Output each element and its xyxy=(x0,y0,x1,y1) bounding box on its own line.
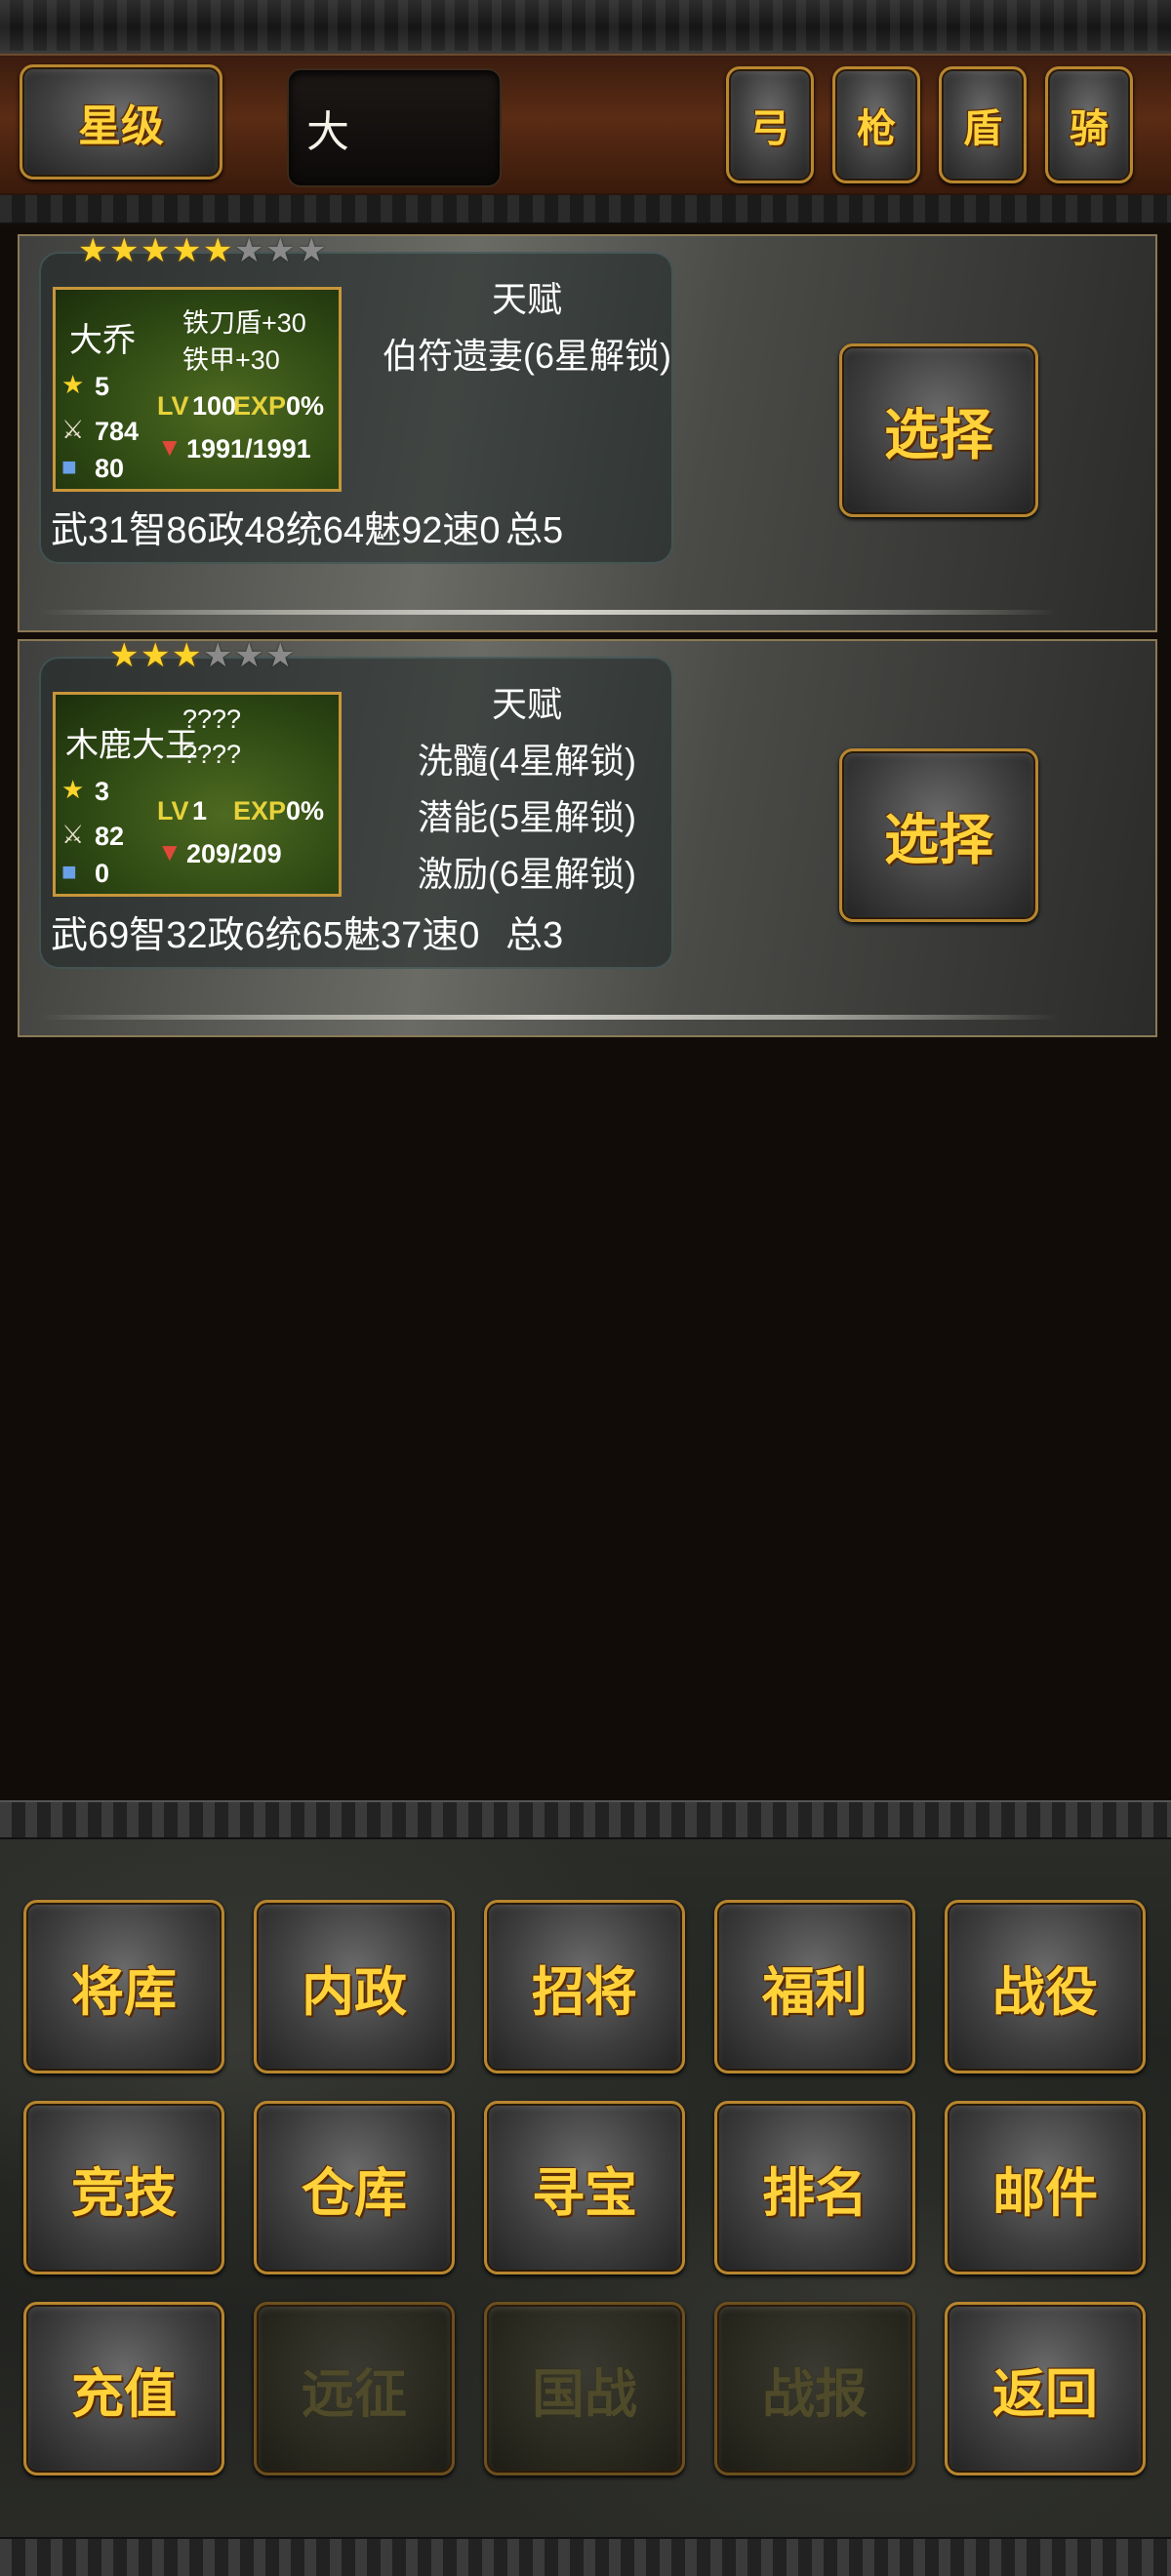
talent-item: 洗髓(4星解锁) xyxy=(418,741,636,781)
hp-value: 209/209 xyxy=(186,839,282,868)
star-level-icon: ★ xyxy=(61,775,85,804)
star-empty-icon: ★ xyxy=(265,231,296,270)
filter-shield-button[interactable]: 盾 xyxy=(939,66,1027,183)
hero-total: 总3 xyxy=(505,915,564,956)
hero-card: ★ ★ ★ ★ ★ ★ 木鹿大王 ???? ???? ★ 3 LV 1 EXP … xyxy=(18,639,1157,1037)
exp-value: 0% xyxy=(286,796,325,825)
nav-battle-report-button[interactable]: 战报 xyxy=(714,2302,915,2475)
nav-internal-affairs-button[interactable]: 内政 xyxy=(254,1900,455,2073)
nav-back-button[interactable]: 返回 xyxy=(945,2302,1146,2475)
armor-icon: ■ xyxy=(61,452,77,481)
talent-item: 伯符遗妻(6星解锁) xyxy=(383,336,671,376)
equipment-weapon: 铁刀盾+30 xyxy=(182,308,306,338)
select-hero-button[interactable]: 选择 xyxy=(839,748,1038,922)
nav-arena-button[interactable]: 竞技 xyxy=(23,2101,224,2274)
exp-value: 0% xyxy=(286,391,325,421)
star-level-icon: ★ xyxy=(61,370,85,399)
star-empty-icon: ★ xyxy=(234,231,264,270)
star-rating: ★ ★ ★ ★ ★ ★ ★ ★ xyxy=(78,231,327,279)
hero-portrait[interactable]: 大乔 铁刀盾+30 铁甲+30 ★ 5 LV 100 EXP 0% ⚔ 784 … xyxy=(53,287,342,492)
star-empty-icon: ★ xyxy=(265,636,296,675)
hero-total: 总5 xyxy=(505,510,564,551)
star-icon: ★ xyxy=(109,231,140,270)
star-rating: ★ ★ ★ ★ ★ ★ xyxy=(109,636,296,684)
hero-card: ★ ★ ★ ★ ★ ★ ★ ★ 大乔 铁刀盾+30 铁甲+30 ★ 5 LV 1… xyxy=(18,234,1157,632)
hero-attributes: 武31智86政48统64魅92速0 xyxy=(51,510,501,551)
level-value: 1 xyxy=(192,796,208,825)
talent-title: 天赋 xyxy=(491,684,562,724)
nav-bottom-border xyxy=(0,2537,1171,2576)
star-icon: ★ xyxy=(141,636,171,675)
talent-item: 潜能(5星解锁) xyxy=(418,797,636,837)
sword-icon: ⚔ xyxy=(61,820,85,849)
star-empty-icon: ★ xyxy=(297,231,327,270)
hero-search-input[interactable]: 大 xyxy=(287,68,502,187)
filter-cavalry-button[interactable]: 骑 xyxy=(1045,66,1133,183)
nav-recruit-button[interactable]: 招将 xyxy=(484,1900,685,2073)
top-decorative-strip xyxy=(0,0,1171,54)
star-empty-icon: ★ xyxy=(234,636,264,675)
hero-name: 木鹿大王 xyxy=(65,727,198,764)
equipment-armor: 铁甲+30 xyxy=(182,345,280,375)
nav-warehouse-button[interactable]: 仓库 xyxy=(254,2101,455,2274)
star-icon: ★ xyxy=(141,231,171,270)
attack-value: 82 xyxy=(95,822,125,851)
star-level-sort-button[interactable]: 星级 xyxy=(20,64,222,180)
level-value: 100 xyxy=(192,391,237,421)
level-label: LV xyxy=(157,796,189,825)
nav-mail-button[interactable]: 邮件 xyxy=(945,2101,1146,2274)
nav-campaign-button[interactable]: 战役 xyxy=(945,1900,1146,2073)
nav-hero-library-button[interactable]: 将库 xyxy=(23,1900,224,2073)
star-empty-icon: ★ xyxy=(203,636,233,675)
level-label: LV xyxy=(157,391,189,421)
hero-portrait[interactable]: 木鹿大王 ???? ???? ★ 3 LV 1 EXP 0% ⚔ 82 ▼ 20… xyxy=(53,692,342,897)
nav-treasure-hunt-button[interactable]: 寻宝 xyxy=(484,2101,685,2274)
nav-welfare-button[interactable]: 福利 xyxy=(714,1900,915,2073)
equipment-armor: ???? xyxy=(182,740,242,769)
hero-attributes: 武69智32政6统65魅37速0 xyxy=(51,915,480,956)
star-icon: ★ xyxy=(203,231,233,270)
filter-bow-button[interactable]: 弓 xyxy=(726,66,814,183)
nav-recharge-button[interactable]: 充值 xyxy=(23,2302,224,2475)
star-level-value: 3 xyxy=(95,777,110,806)
talent-title: 天赋 xyxy=(491,279,562,319)
nav-top-border xyxy=(0,1800,1171,1839)
talent-item: 激励(6星解锁) xyxy=(418,854,636,894)
toolbar-border xyxy=(0,195,1171,224)
equipment-weapon: ???? xyxy=(182,704,242,734)
nav-national-war-button[interactable]: 国战 xyxy=(484,2302,685,2475)
select-hero-button[interactable]: 选择 xyxy=(839,343,1038,517)
nav-expedition-button[interactable]: 远征 xyxy=(254,2302,455,2475)
filter-spear-button[interactable]: 枪 xyxy=(832,66,920,183)
star-icon: ★ xyxy=(172,636,202,675)
nav-ranking-button[interactable]: 排名 xyxy=(714,2101,915,2274)
star-icon: ★ xyxy=(172,231,202,270)
exp-label: EXP xyxy=(233,391,287,421)
sword-icon: ⚔ xyxy=(61,415,85,444)
exp-label: EXP xyxy=(233,796,287,825)
star-level-value: 5 xyxy=(95,372,110,401)
hero-name: 大乔 xyxy=(69,322,136,359)
hp-icon: ▼ xyxy=(157,837,182,866)
defense-value: 80 xyxy=(95,454,125,483)
armor-icon: ■ xyxy=(61,857,77,886)
hp-icon: ▼ xyxy=(157,432,182,462)
hp-value: 1991/1991 xyxy=(186,434,311,463)
attack-value: 784 xyxy=(95,417,140,446)
hero-list: ★ ★ ★ ★ ★ ★ ★ ★ 大乔 铁刀盾+30 铁甲+30 ★ 5 LV 1… xyxy=(0,224,1171,1800)
defense-value: 0 xyxy=(95,859,110,888)
star-icon: ★ xyxy=(109,636,140,675)
star-icon: ★ xyxy=(78,231,108,270)
